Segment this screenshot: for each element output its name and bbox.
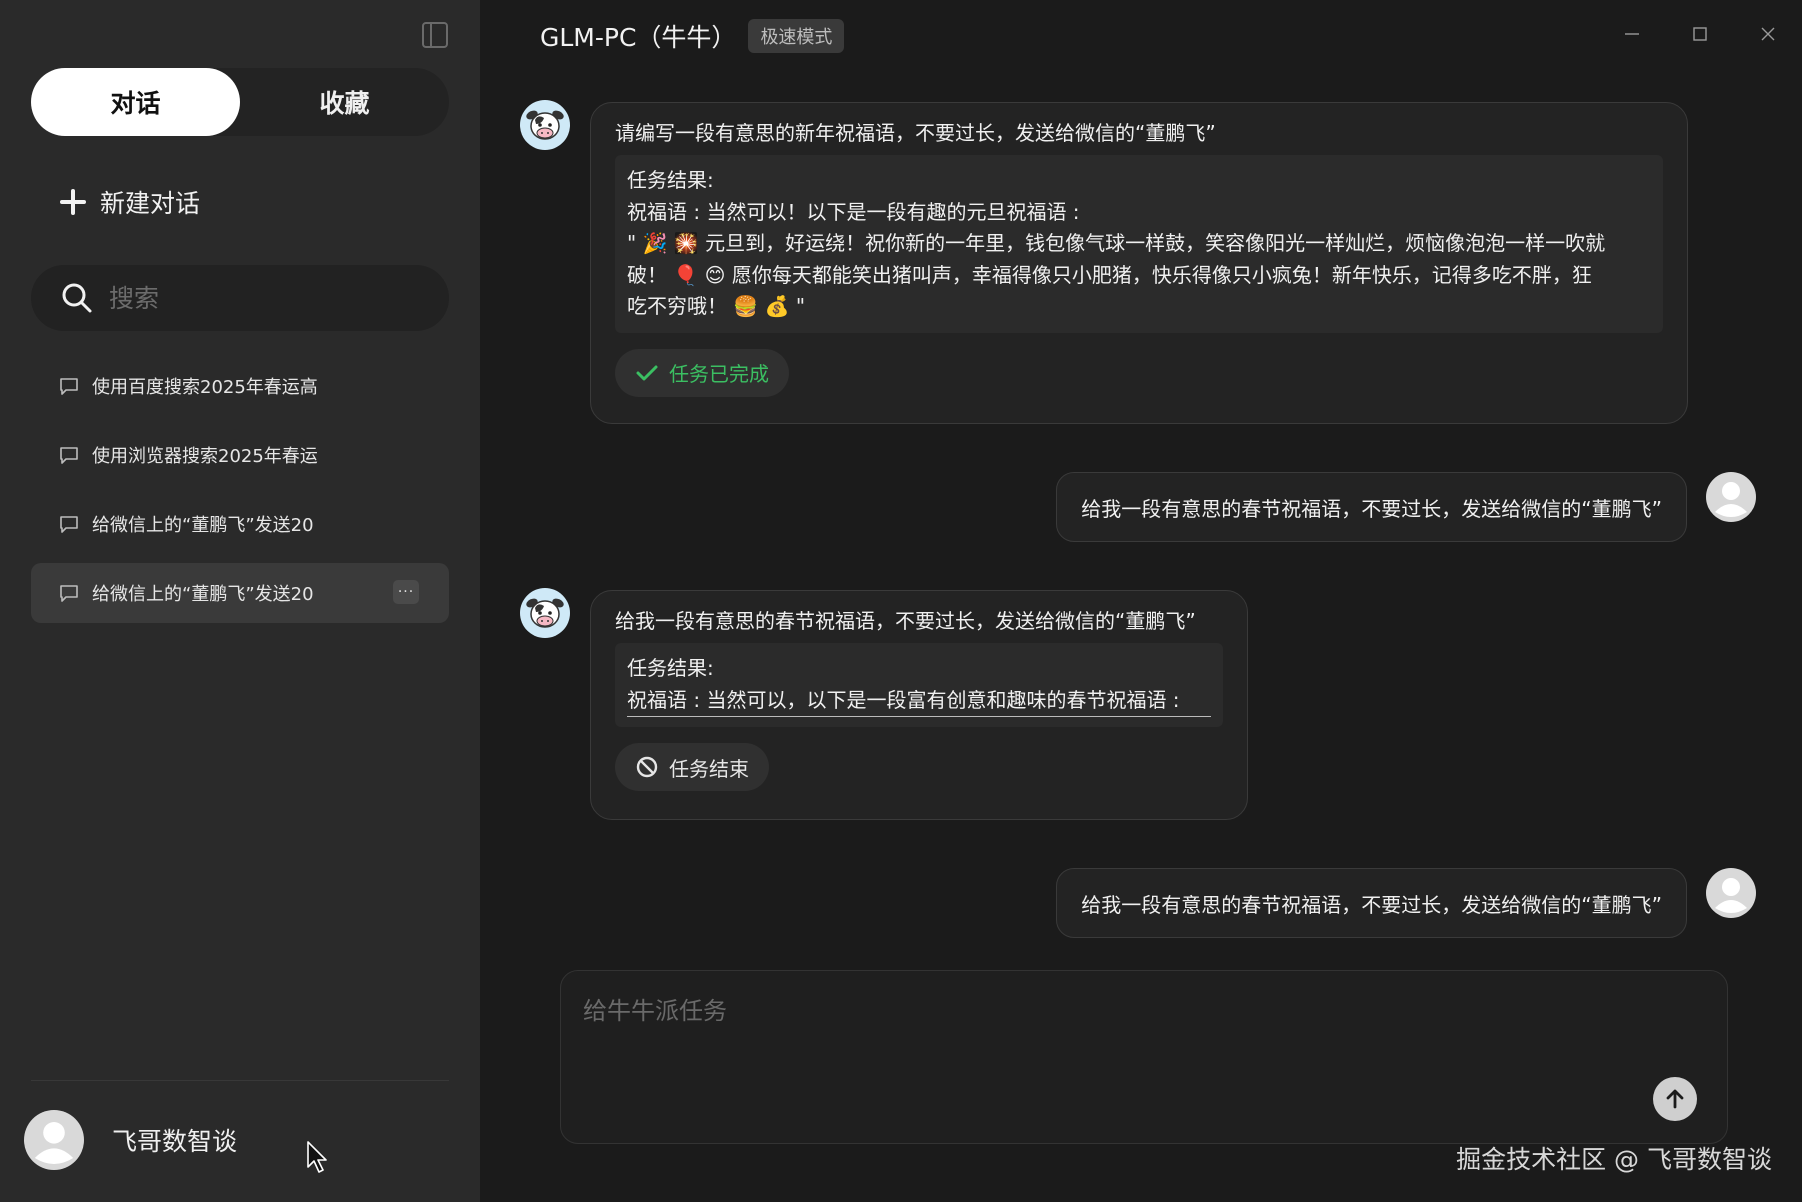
status-label: 任务结束 [669,756,749,781]
message-prompt: 给我一段有意思的春节祝福语，不要过长，发送给微信的“董鹏飞” [615,609,1196,633]
titlebar: GLM-PC（牛牛） 极速模式 [540,18,845,54]
history-item-label: 使用浏览器搜索2025年春运 [92,446,318,467]
close-button[interactable] [1734,14,1802,54]
task-result: 任务结果: 祝福语 : 当然可以！以下是一段有趣的元旦祝福语 : " 🎉 🎇 元… [615,155,1663,333]
result-line: 祝福语 : 当然可以，以下是一段富有创意和趣味的春节祝福语 : [627,685,1211,717]
search-input[interactable] [109,283,409,313]
minimize-icon [1625,33,1639,35]
user-message: 给我一段有意思的春节祝福语，不要过长，发送给微信的“董鹏飞” [1056,868,1687,938]
minimize-button[interactable] [1598,14,1666,54]
user-avatar [24,1110,84,1170]
history-item-label: 给微信上的“董鹏飞”发送20 [92,584,314,605]
close-icon [1761,27,1775,41]
new-chat-button[interactable]: 新建对话 [60,178,200,226]
mouse-cursor-icon [307,1141,327,1173]
tab-conversation[interactable]: 对话 [31,68,240,136]
sidebar-divider [31,1080,449,1081]
result-heading: 任务结果: [627,656,714,680]
window-controls [1598,14,1802,54]
task-input-area [560,970,1728,1144]
watermark: 掘金技术社区 @ 飞哥数智谈 [1456,1145,1772,1174]
user-profile[interactable]: 飞哥数智谈 [24,1110,237,1170]
mode-badge: 极速模式 [748,19,845,53]
assistant-message: 给我一段有意思的春节祝福语，不要过长，发送给微信的“董鹏飞” 任务结果: 祝福语… [590,590,1248,820]
history-item-label: 使用百度搜索2025年春运高 [92,377,318,398]
ban-icon [636,756,658,778]
maximize-icon [1693,27,1707,41]
new-chat-label: 新建对话 [100,189,201,218]
task-result: 任务结果: 祝福语 : 当然可以，以下是一段富有创意和趣味的春节祝福语 : [615,643,1223,727]
task-input[interactable] [583,991,1683,1031]
chat-icon [58,513,80,535]
assistant-avatar [520,588,570,638]
search-box [31,265,449,331]
user-message: 给我一段有意思的春节祝福语，不要过长，发送给微信的“董鹏飞” [1056,472,1687,542]
result-line: 破！ 🎈 😊 愿你每天都能笑出猪叫声，幸福得像只小肥猪，快乐得像只小疯兔！新年快… [627,262,1592,287]
history-item-selected[interactable]: 给微信上的“董鹏飞”发送20 ··· [31,563,449,623]
user-avatar [1706,868,1756,918]
history-item[interactable]: 使用百度搜索2025年春运高 [31,356,449,416]
result-heading: 任务结果: [627,168,714,192]
history-item-label: 给微信上的“董鹏飞”发送20 [92,515,314,536]
status-label: 任务已完成 [669,362,769,386]
history-item[interactable]: 给微信上的“董鹏飞”发送20 [31,494,449,554]
mode-switch: 对话 收藏 [31,68,449,136]
history-item[interactable]: 使用浏览器搜索2025年春运 [31,425,449,485]
app-window: 对话 收藏 新建对话 使用百度搜索2025年春运高 使用浏览器搜索2025年春运 [0,0,1802,1202]
more-options-button[interactable]: ··· [393,580,419,604]
send-button[interactable] [1653,1077,1697,1121]
maximize-button[interactable] [1666,14,1734,54]
sidebar-toggle-icon[interactable] [422,22,448,48]
user-name: 飞哥数智谈 [112,1127,238,1156]
result-line: 祝福语 : 当然可以！以下是一段有趣的元旦祝福语 : [627,199,1080,224]
plus-icon [60,189,86,215]
sidebar: 对话 收藏 新建对话 使用百度搜索2025年春运高 使用浏览器搜索2025年春运 [0,0,480,1202]
check-icon [636,365,658,380]
assistant-avatar [520,100,570,150]
chat-icon [58,444,80,466]
user-avatar [1706,472,1756,522]
status-completed-badge: 任务已完成 [615,348,789,397]
arrow-up-icon [1666,1089,1684,1109]
chat-icon [58,375,80,397]
result-line: 吃不穷哦！ 🍔 💰 " [627,294,806,318]
search-icon [62,283,92,313]
chat-panel: GLM-PC（牛牛） 极速模式 请编写一段有意思的新年祝福语，不要过长，发送给微… [480,0,1802,1202]
chat-icon [58,582,80,604]
tab-favorites[interactable]: 收藏 [240,68,449,136]
assistant-message: 请编写一段有意思的新年祝福语，不要过长，发送给微信的“董鹏飞” 任务结果: 祝福… [590,102,1688,424]
status-ended-badge: 任务结束 [615,743,769,791]
history-list: 使用百度搜索2025年春运高 使用浏览器搜索2025年春运 给微信上的“董鹏飞”… [31,356,449,632]
app-title: GLM-PC（牛牛） [540,23,737,52]
message-prompt: 请编写一段有意思的新年祝福语，不要过长，发送给微信的“董鹏飞” [615,121,1216,145]
result-line: " 🎉 🎇 元旦到，好运绕！祝你新的一年里，钱包像气球一样鼓，笑容像阳光一样灿烂… [627,231,1606,255]
